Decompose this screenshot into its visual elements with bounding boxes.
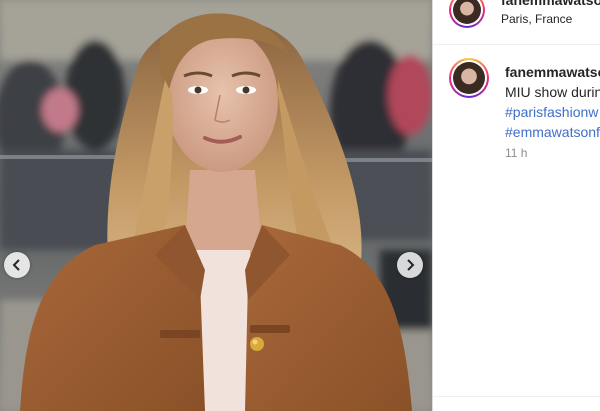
post-header: fanemmawatso Paris, France bbox=[449, 0, 600, 40]
chevron-left-icon bbox=[12, 259, 20, 271]
header-divider bbox=[433, 44, 600, 45]
post-photo-image bbox=[0, 0, 432, 411]
header-username-link[interactable]: fanemmawatso bbox=[501, 0, 600, 8]
caption-username-link[interactable]: fanemmawatso bbox=[505, 64, 600, 80]
caption-body: MIU show durin bbox=[505, 84, 600, 100]
avatar[interactable] bbox=[449, 0, 485, 28]
previous-photo-button[interactable] bbox=[4, 252, 30, 278]
post-timestamp[interactable]: 11 h bbox=[505, 146, 527, 160]
post-photo[interactable] bbox=[0, 0, 432, 411]
caption-text: MIU show durin #parisfashionw #emmawatso… bbox=[505, 82, 600, 142]
chevron-right-icon bbox=[407, 259, 415, 271]
hashtag-link[interactable]: #emmawatsonf bbox=[505, 122, 600, 142]
post-details-panel: fanemmawatso Paris, France fanemmawatso … bbox=[432, 0, 600, 411]
location-link[interactable]: Paris, France bbox=[501, 12, 572, 26]
hashtag-link[interactable]: #parisfashionw bbox=[505, 102, 600, 122]
actions-divider bbox=[433, 396, 600, 397]
caption-avatar[interactable] bbox=[449, 58, 489, 98]
next-photo-button[interactable] bbox=[397, 252, 423, 278]
